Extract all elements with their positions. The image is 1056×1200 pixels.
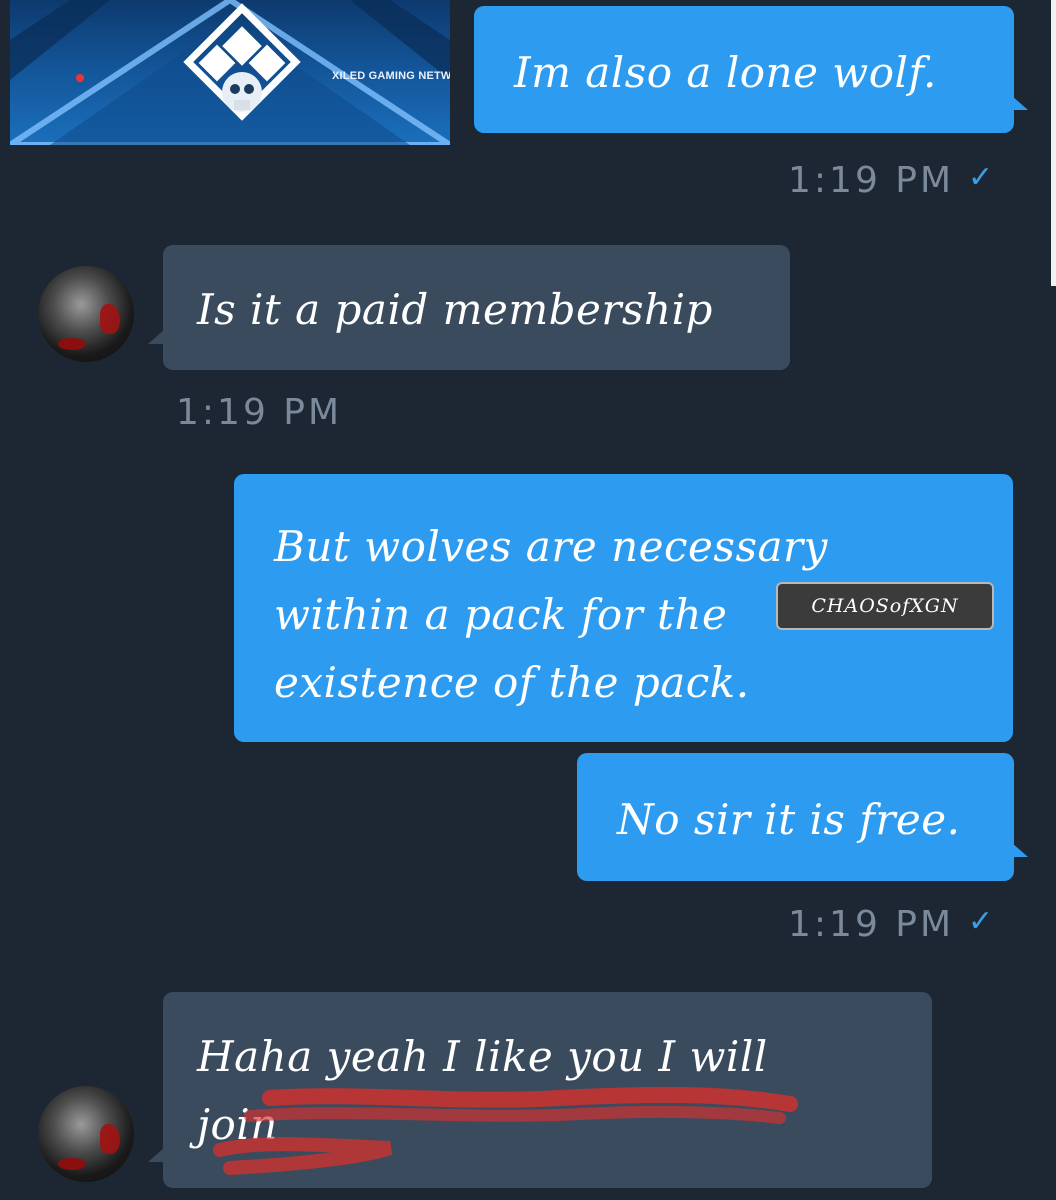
avatar-detail [58, 1158, 86, 1170]
message-bubble-incoming[interactable]: Is it a paid membership [163, 245, 790, 370]
scroll-edge [1051, 0, 1056, 286]
bubble-tail [1012, 843, 1028, 857]
avatar-detail [100, 304, 120, 334]
message-bubble-incoming[interactable]: Haha yeah I like you I will join [163, 992, 932, 1188]
banner-title: XILED GAMING NETWORK [332, 70, 450, 82]
message-timestamp: 1:19 PM [788, 904, 955, 945]
message-timestamp: 1:19 PM [176, 392, 343, 433]
message-text: Is it a paid membership [197, 285, 713, 334]
bubble-tail [148, 1148, 164, 1162]
check-icon: ✓ [968, 904, 994, 939]
user-tag[interactable]: CHAOSofXGN [776, 582, 994, 630]
message-line: join [197, 1100, 278, 1149]
banner-image[interactable]: XILED GAMING NETWORK [10, 0, 450, 145]
message-timestamp: 1:19 PM [788, 160, 955, 201]
message-text: No sir it is free. [617, 795, 961, 844]
message-line: Haha yeah I like you I will [197, 1032, 768, 1081]
message-text: Im also a lone wolf. [514, 48, 937, 97]
bubble-tail [1012, 96, 1028, 110]
bubble-tail [148, 330, 164, 344]
chat-view: XILED GAMING NETWORK Im also a lone wolf… [0, 0, 1056, 1200]
check-icon: ✓ [968, 160, 994, 195]
message-bubble-outgoing[interactable]: No sir it is free. [577, 753, 1014, 881]
avatar[interactable] [38, 1086, 134, 1182]
message-line: within a pack for the [274, 590, 728, 639]
message-line: existence of the pack. [274, 658, 750, 707]
message-line: But wolves are necessary [274, 522, 828, 571]
avatar-detail [100, 1124, 120, 1154]
avatar-detail [58, 338, 86, 350]
message-bubble-outgoing[interactable]: Im also a lone wolf. [474, 6, 1014, 133]
avatar[interactable] [38, 266, 134, 362]
